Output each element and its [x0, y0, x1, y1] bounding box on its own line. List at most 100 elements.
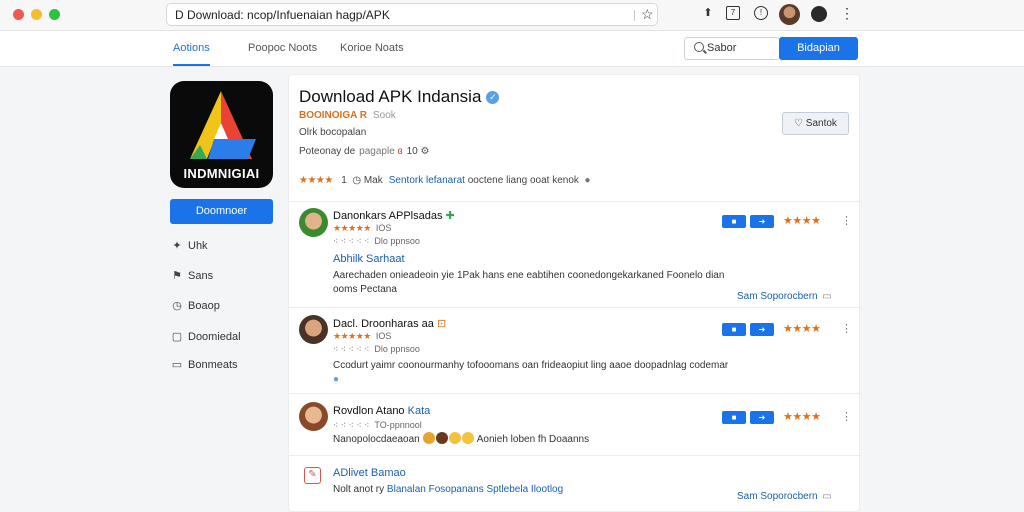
review-inline-link[interactable]: Blanalan Fosopanans Sptlebela Ilootlog	[387, 484, 563, 495]
tab-poopoc-noots[interactable]: Poopoc Noots	[248, 42, 317, 54]
tab-aotions[interactable]: Aotions	[173, 42, 210, 66]
review-stars: ★★★★★	[333, 223, 371, 233]
reviewer-avatar[interactable]	[299, 208, 328, 237]
rating-count: 1	[341, 175, 347, 186]
emoji-icon	[422, 432, 435, 444]
like-icon[interactable]: ■	[722, 215, 746, 228]
app-developer: Olrk bocopalan	[299, 127, 367, 138]
like-icon[interactable]: ■	[722, 323, 746, 336]
review-link[interactable]: Sam Soporocbern ▭	[737, 486, 832, 504]
reviewer-name-text: Dacl. Droonharas aa	[333, 318, 434, 330]
sidebar-item-sans[interactable]: ⚑ Sans	[171, 269, 213, 285]
save-button-label: Santok	[805, 118, 837, 129]
comment-icon: ▭	[171, 359, 183, 371]
sidebar-item-bonmeats[interactable]: ▭ Bonmeats	[171, 358, 238, 374]
shield-icon: ♡	[794, 118, 804, 129]
more-vert-icon[interactable]: ⋮	[841, 322, 852, 335]
review-rating: ★★★★	[783, 411, 821, 423]
window-minimize-button[interactable]	[31, 9, 42, 20]
review-date: TO-ppnnool	[374, 420, 422, 430]
sidebar-item-uhk[interactable]: ✦ Uhk	[171, 239, 207, 255]
review-rating: ★★★★	[783, 323, 821, 335]
review-link[interactable]: Sam Soporocbern ▭	[737, 286, 832, 304]
page-title: Download APK Indansia ✓	[299, 87, 500, 107]
window-maximize-button[interactable]	[49, 9, 60, 20]
profile-avatar[interactable]	[779, 4, 800, 25]
account-avatar[interactable]	[811, 6, 827, 22]
review-badges: ■ ➜	[722, 411, 778, 425]
cherry-icon: ɞ	[397, 146, 403, 157]
tab-korioe-noats[interactable]: Korioe Noats	[340, 42, 404, 54]
download-icon: ▢	[171, 331, 183, 343]
rating-stars: ★★★★	[299, 175, 333, 186]
emoji-icon	[448, 432, 461, 444]
sidebar-item-doomiedal[interactable]: ▢ Doomiedal	[171, 330, 241, 346]
share-icon[interactable]: ➜	[750, 411, 774, 424]
clock-icon: ◷	[172, 300, 182, 312]
review-date: Dlo ppnsoo	[374, 344, 420, 354]
review-text: Ccodurt yaimr coonourmanhy tofooomans oa…	[333, 359, 733, 387]
app-info-line: Poteonay de pagaple ɞ 10 ⚙	[299, 146, 430, 157]
info-faded: pagaple	[359, 146, 395, 157]
sidebar-item-boaop[interactable]: ◷ Boaop	[171, 299, 220, 315]
app-detail-card: Download APK Indansia ✓ BOOINOIGA R Sook O…	[288, 74, 861, 512]
info-icon[interactable]: !	[754, 6, 768, 20]
review-dots: ⁖ ⁖ ⁖ ⁖ ⁖	[333, 236, 370, 246]
more-vert-icon[interactable]: ⋮	[841, 410, 852, 423]
app-logo-icon	[190, 91, 256, 159]
app-brand-text: INDMNIGIAI	[183, 166, 260, 181]
address-separator	[634, 10, 635, 21]
page-title-text: Download APK Indansia	[299, 87, 482, 106]
divider	[289, 393, 861, 394]
review-meta: ★★★★★ IOS	[333, 223, 391, 234]
review-text: Nolt anot ry Blanalan Fosopanans Sptlebe…	[333, 483, 733, 497]
tag-icon: ✎	[304, 467, 321, 484]
emoji-icon	[461, 432, 474, 444]
reviewer-name: Danonkars APPlsadas ✚	[333, 209, 455, 222]
settings-icon[interactable]: ⚙	[421, 146, 430, 157]
review-label[interactable]: Abhilk Sarhaat	[333, 253, 405, 265]
rating-link[interactable]: Sentork lefanarat	[389, 175, 465, 186]
more-vert-icon[interactable]: ⋮	[840, 6, 854, 20]
share-icon[interactable]: ➜	[750, 323, 774, 336]
divider	[289, 307, 861, 308]
comment-icon: ▭	[822, 291, 832, 302]
info-value: 10	[406, 146, 418, 157]
bookmark-star-icon[interactable]: ☆	[641, 6, 654, 23]
sparkle-icon: ✦	[172, 240, 182, 252]
review-platform: IOS	[375, 223, 392, 233]
save-button[interactable]: ♡ Santok	[782, 112, 849, 135]
divider	[289, 201, 861, 202]
rating-meta: Mak	[363, 175, 383, 186]
address-bar[interactable]: D Download: ncop/Infuenaian hagp/APK ☆	[166, 3, 658, 26]
app-subtitle-text: BOOINOIGA R	[299, 110, 367, 121]
review-badges: ■ ➜	[722, 323, 778, 337]
reviewer-name: Dacl. Droonharas aa ⊡	[333, 317, 446, 330]
review-meta-secondary: ⁖ ⁖ ⁖ ⁖ ⁖ Dlo ppnsoo	[333, 344, 420, 355]
more-vert-icon[interactable]: ⋮	[841, 214, 852, 227]
extension-icon[interactable]: ⬆	[701, 6, 715, 20]
share-icon[interactable]: ➜	[750, 215, 774, 228]
reviewer-name-text: Rovdlon Atano	[333, 405, 405, 417]
verified-icon: ●	[333, 374, 340, 385]
address-text[interactable]: D Download: ncop/Infuenaian hagp/APK	[175, 8, 390, 22]
like-icon[interactable]: ■	[722, 411, 746, 424]
search-input[interactable]	[707, 42, 775, 54]
review-text-body: Ccodurt yaimr coonourmanhy tofooomans oa…	[333, 360, 729, 371]
reviewer-avatar[interactable]	[299, 315, 328, 344]
review-stars: ★★★★★	[333, 331, 371, 341]
review-meta: ⁖ ⁖ ⁖ ⁖ ⁖ TO-ppnnool	[333, 420, 422, 431]
sidebar-item-label: Boaop	[188, 300, 220, 312]
calendar-icon[interactable]: 7	[726, 6, 740, 20]
sidebar-item-label: Doomiedal	[188, 331, 241, 343]
download-button[interactable]: Doomnoer	[170, 199, 273, 224]
review-link-text[interactable]: Sam Soporocbern	[737, 491, 818, 502]
review-label[interactable]: ADlivet Bamao	[333, 467, 406, 479]
window-close-button[interactable]	[13, 9, 24, 20]
review-dots: ⁖ ⁖ ⁖ ⁖ ⁖	[333, 420, 370, 430]
primary-nav-button[interactable]: Bidapian	[779, 37, 858, 60]
reviewer-avatar[interactable]	[299, 402, 328, 431]
reviewer-name-link[interactable]: Kata	[408, 405, 431, 417]
review-link-text[interactable]: Sam Soporocbern	[737, 291, 818, 302]
search-box[interactable]	[684, 37, 780, 60]
